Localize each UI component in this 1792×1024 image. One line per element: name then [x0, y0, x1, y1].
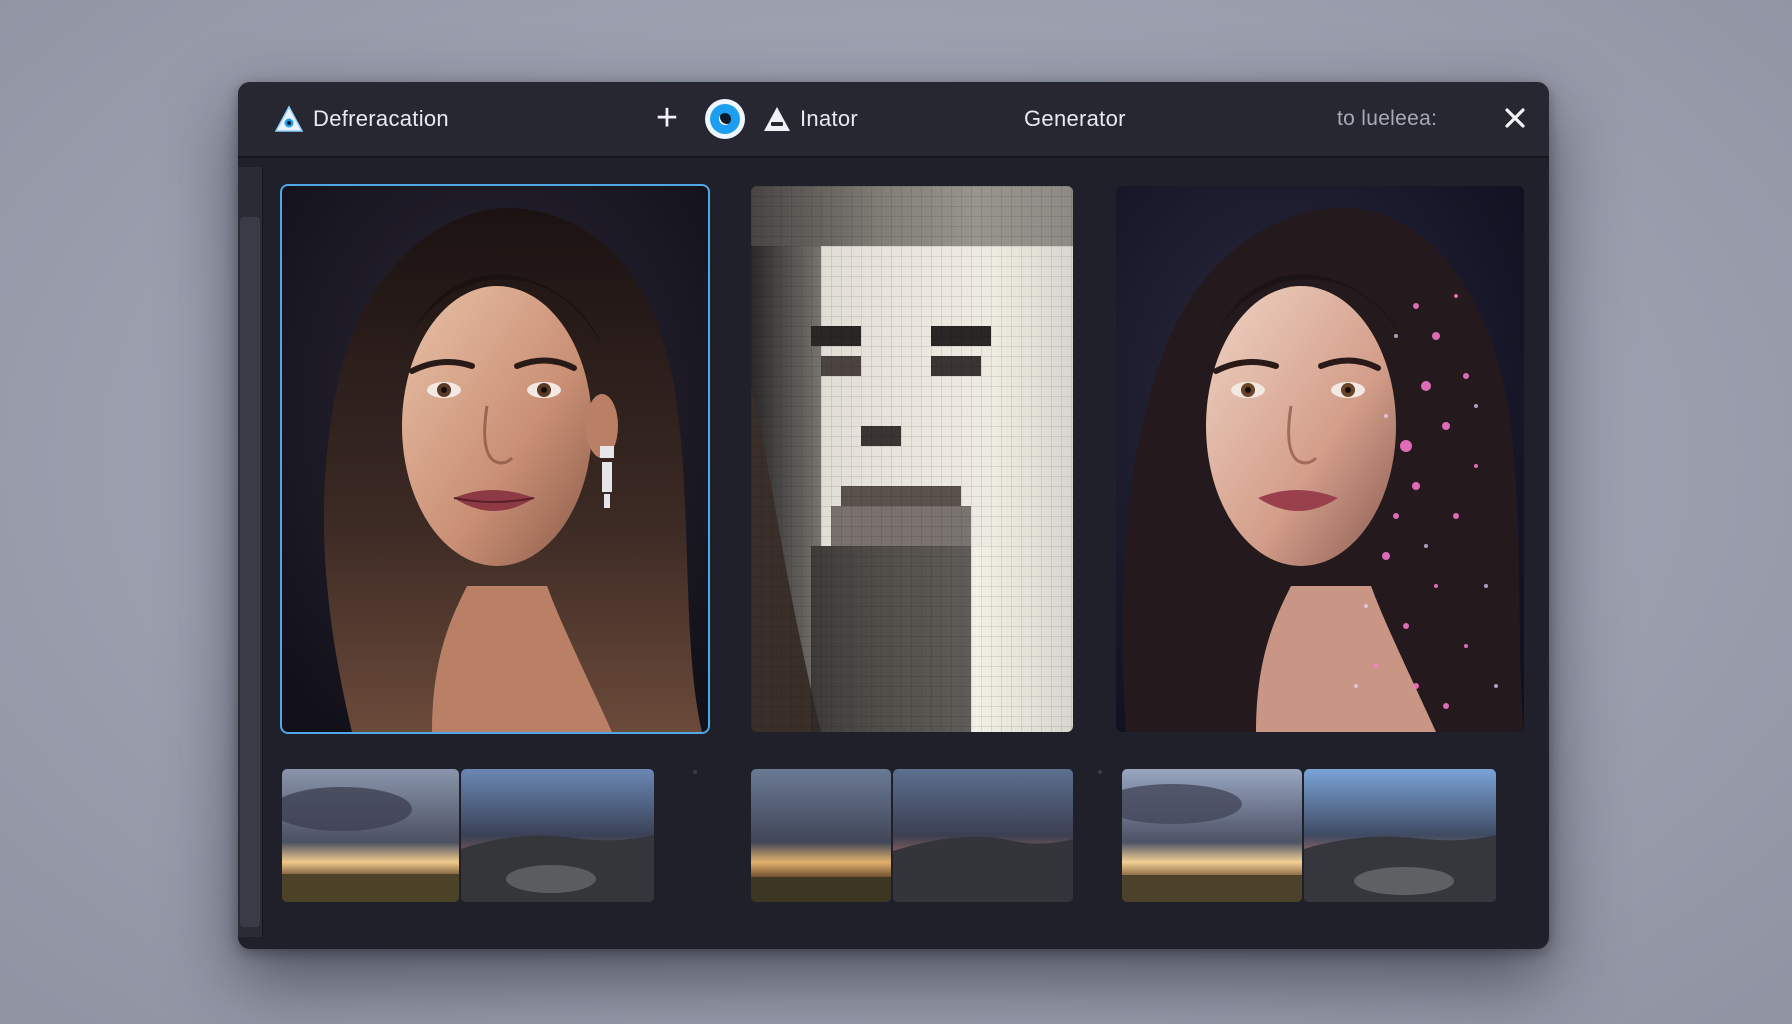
- pixelated-image: [751, 186, 1073, 732]
- landscape-image: [893, 769, 1073, 902]
- app-window: Defreracation + Inator Generator to luel…: [238, 82, 1549, 949]
- portrait-image: [282, 186, 708, 732]
- app-title-group[interactable]: Defreracation: [274, 104, 449, 134]
- tool-name: Inator: [800, 106, 859, 131]
- landscape-thumbnail[interactable]: [893, 769, 1073, 902]
- tool-title-group[interactable]: Inator: [762, 104, 858, 134]
- landscape-thumbnail[interactable]: [1304, 769, 1496, 902]
- scrollbar[interactable]: [238, 167, 263, 937]
- separator-dot: [693, 770, 697, 774]
- app-name: Defreracation: [313, 106, 449, 131]
- landscape-thumbnail[interactable]: [751, 769, 891, 902]
- particle-portrait-panel[interactable]: [1116, 186, 1524, 732]
- center-title: Generator: [1024, 106, 1126, 131]
- separator-dot: [1098, 770, 1102, 774]
- triangle-icon: [762, 104, 792, 134]
- close-icon[interactable]: [1497, 100, 1533, 136]
- landscape-image: [461, 769, 654, 902]
- particle-image: [1116, 186, 1524, 732]
- triangle-logo-icon: [274, 104, 304, 134]
- landscape-thumbnail[interactable]: [1122, 769, 1302, 902]
- pixelated-portrait-panel[interactable]: [751, 186, 1073, 732]
- title-bar: Defreracation + Inator Generator to luel…: [238, 82, 1549, 158]
- landscape-image: [751, 769, 891, 902]
- eye-icon[interactable]: [705, 99, 745, 139]
- original-portrait-panel[interactable]: [280, 184, 710, 734]
- right-label: to lueleea:: [1337, 107, 1438, 130]
- plus-icon[interactable]: +: [649, 99, 685, 137]
- landscape-thumbnail[interactable]: [282, 769, 459, 902]
- landscape-image: [282, 769, 459, 902]
- landscape-image: [1304, 769, 1496, 902]
- scrollbar-thumb[interactable]: [240, 217, 260, 927]
- landscape-image: [1122, 769, 1302, 902]
- landscape-thumbnail[interactable]: [461, 769, 654, 902]
